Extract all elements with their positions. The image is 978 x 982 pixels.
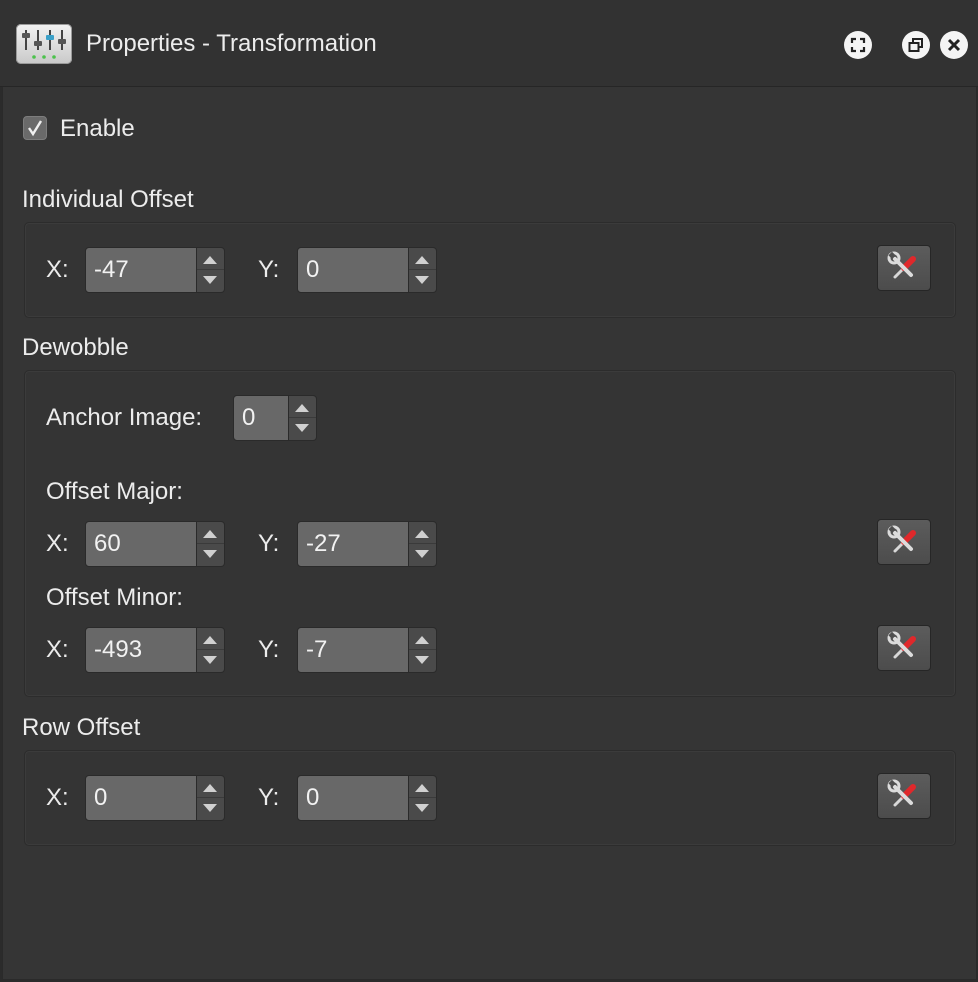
offset-major-y-spinbox[interactable]: -27	[297, 521, 437, 567]
spin-up-button[interactable]	[197, 248, 224, 270]
spin-arrows	[197, 627, 225, 673]
offset-major-y-input[interactable]: -27	[297, 521, 409, 567]
spin-up-button[interactable]	[289, 396, 316, 418]
offset-major-x-spinbox[interactable]: 60	[85, 521, 225, 567]
row-offset-x-label: X:	[46, 784, 69, 811]
tools-icon	[878, 774, 930, 818]
individual-offset-heading: Individual Offset	[22, 186, 194, 213]
row-offset-heading: Row Offset	[22, 714, 141, 741]
dewobble-heading: Dewobble	[22, 334, 129, 361]
offset-minor-y-label: Y:	[258, 636, 280, 663]
spin-down-button[interactable]	[409, 544, 436, 566]
spin-up-button[interactable]	[197, 628, 224, 650]
spin-down-button[interactable]	[409, 798, 436, 820]
individual-offset-y-input[interactable]: 0	[297, 247, 409, 293]
anchor-image-label: Anchor Image:	[46, 404, 203, 431]
row-offset-y-label: Y:	[258, 784, 280, 811]
offset-major-y-label: Y:	[258, 530, 280, 557]
spin-arrows	[409, 775, 437, 821]
offset-minor-x-input[interactable]: -493	[85, 627, 197, 673]
individual-offset-x-spinbox[interactable]: -47	[85, 247, 225, 293]
anchor-image-input[interactable]: 0	[233, 395, 289, 441]
offset-minor-x-label: X:	[46, 636, 69, 663]
title-bar: Properties - Transformation	[0, 0, 978, 87]
spin-arrows	[197, 775, 225, 821]
enable-checkbox[interactable]	[23, 116, 47, 140]
restore-icon[interactable]	[902, 31, 930, 59]
offset-minor-label: Offset Minor:	[46, 584, 183, 611]
spin-up-button[interactable]	[409, 522, 436, 544]
spin-arrows	[409, 521, 437, 567]
enable-label: Enable	[60, 115, 135, 142]
tools-icon	[878, 520, 930, 564]
spin-down-button[interactable]	[197, 798, 224, 820]
spin-arrows	[197, 247, 225, 293]
offset-major-label: Offset Major:	[46, 478, 183, 505]
offset-major-tool-button[interactable]	[877, 519, 931, 565]
offset-major-x-input[interactable]: 60	[85, 521, 197, 567]
row-offset-x-input[interactable]: 0	[85, 775, 197, 821]
spin-up-button[interactable]	[409, 776, 436, 798]
offset-minor-y-spinbox[interactable]: -7	[297, 627, 437, 673]
spin-up-button[interactable]	[409, 248, 436, 270]
offset-minor-y-input[interactable]: -7	[297, 627, 409, 673]
offset-minor-tool-button[interactable]	[877, 625, 931, 671]
spin-arrows	[409, 247, 437, 293]
individual-offset-y-spinbox[interactable]: 0	[297, 247, 437, 293]
sliders-icon	[16, 24, 72, 64]
spin-arrows	[197, 521, 225, 567]
spin-down-button[interactable]	[289, 418, 316, 440]
offset-minor-x-spinbox[interactable]: -493	[85, 627, 225, 673]
row-offset-y-spinbox[interactable]: 0	[297, 775, 437, 821]
row-offset-x-spinbox[interactable]: 0	[85, 775, 225, 821]
spin-up-button[interactable]	[409, 628, 436, 650]
individual-offset-tool-button[interactable]	[877, 245, 931, 291]
spin-down-button[interactable]	[197, 270, 224, 292]
close-icon[interactable]	[940, 31, 968, 59]
window-title: Properties - Transformation	[86, 30, 377, 57]
spin-up-button[interactable]	[197, 776, 224, 798]
spin-arrows	[409, 627, 437, 673]
anchor-image-spinbox[interactable]: 0	[233, 395, 317, 441]
individual-offset-y-label: Y:	[258, 256, 280, 283]
offset-major-x-label: X:	[46, 530, 69, 557]
tools-icon	[878, 626, 930, 670]
spin-down-button[interactable]	[197, 544, 224, 566]
spin-down-button[interactable]	[409, 270, 436, 292]
checkmark-icon	[28, 120, 43, 137]
individual-offset-x-input[interactable]: -47	[85, 247, 197, 293]
spin-up-button[interactable]	[197, 522, 224, 544]
individual-offset-x-label: X:	[46, 256, 69, 283]
fullscreen-icon[interactable]	[844, 31, 872, 59]
tools-icon	[878, 246, 930, 290]
spin-arrows	[289, 395, 317, 441]
spin-down-button[interactable]	[409, 650, 436, 672]
row-offset-y-input[interactable]: 0	[297, 775, 409, 821]
row-offset-tool-button[interactable]	[877, 773, 931, 819]
spin-down-button[interactable]	[197, 650, 224, 672]
